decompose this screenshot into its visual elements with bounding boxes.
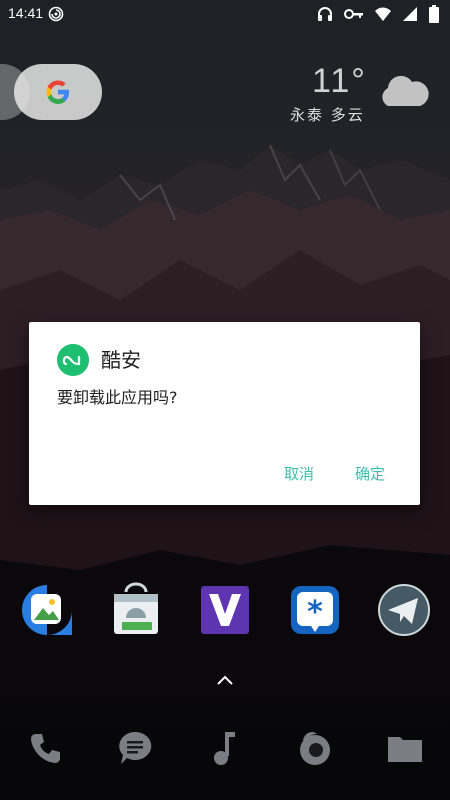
google-logo-icon xyxy=(46,80,69,104)
dock xyxy=(0,700,450,800)
uninstall-dialog: 酷安 要卸载此应用吗? 取消 确定 xyxy=(29,322,420,505)
home-app-row: * xyxy=(0,582,450,642)
key-icon xyxy=(344,9,363,19)
messages-icon[interactable] xyxy=(115,728,155,768)
firefox-icon[interactable] xyxy=(295,728,335,768)
v-app-icon[interactable] xyxy=(197,582,253,638)
dialog-message: 要卸载此应用吗? xyxy=(57,388,178,407)
gallery-app-icon[interactable] xyxy=(19,582,75,638)
telegram-app-icon[interactable] xyxy=(376,582,432,638)
svg-text:*: * xyxy=(307,595,323,630)
asterisk-app-icon[interactable]: * xyxy=(287,582,343,638)
wifi-icon xyxy=(375,7,391,21)
cancel-button[interactable]: 取消 xyxy=(276,456,322,492)
weather-temperature[interactable]: 11° xyxy=(312,62,367,101)
notification-swirl-icon xyxy=(48,6,64,22)
folder-icon[interactable] xyxy=(385,728,425,768)
weather-location-condition[interactable]: 永泰 多云 xyxy=(290,104,365,125)
phone-icon[interactable] xyxy=(26,728,66,768)
status-bar: 14:41 xyxy=(0,0,450,28)
headphones-icon xyxy=(318,7,332,21)
status-icons xyxy=(316,5,440,23)
google-search-widget[interactable] xyxy=(14,64,102,120)
coolapk-icon xyxy=(57,344,89,376)
chevron-up-icon[interactable] xyxy=(214,672,236,688)
music-icon[interactable] xyxy=(205,728,245,768)
dialog-title: 酷安 xyxy=(101,348,141,372)
status-time: 14:41 xyxy=(8,5,44,21)
battery-icon xyxy=(429,5,439,23)
cloud-icon[interactable] xyxy=(376,68,430,112)
android-store-app-icon[interactable] xyxy=(108,582,164,638)
ok-button[interactable]: 确定 xyxy=(347,456,393,492)
cellular-signal-icon xyxy=(403,7,417,21)
